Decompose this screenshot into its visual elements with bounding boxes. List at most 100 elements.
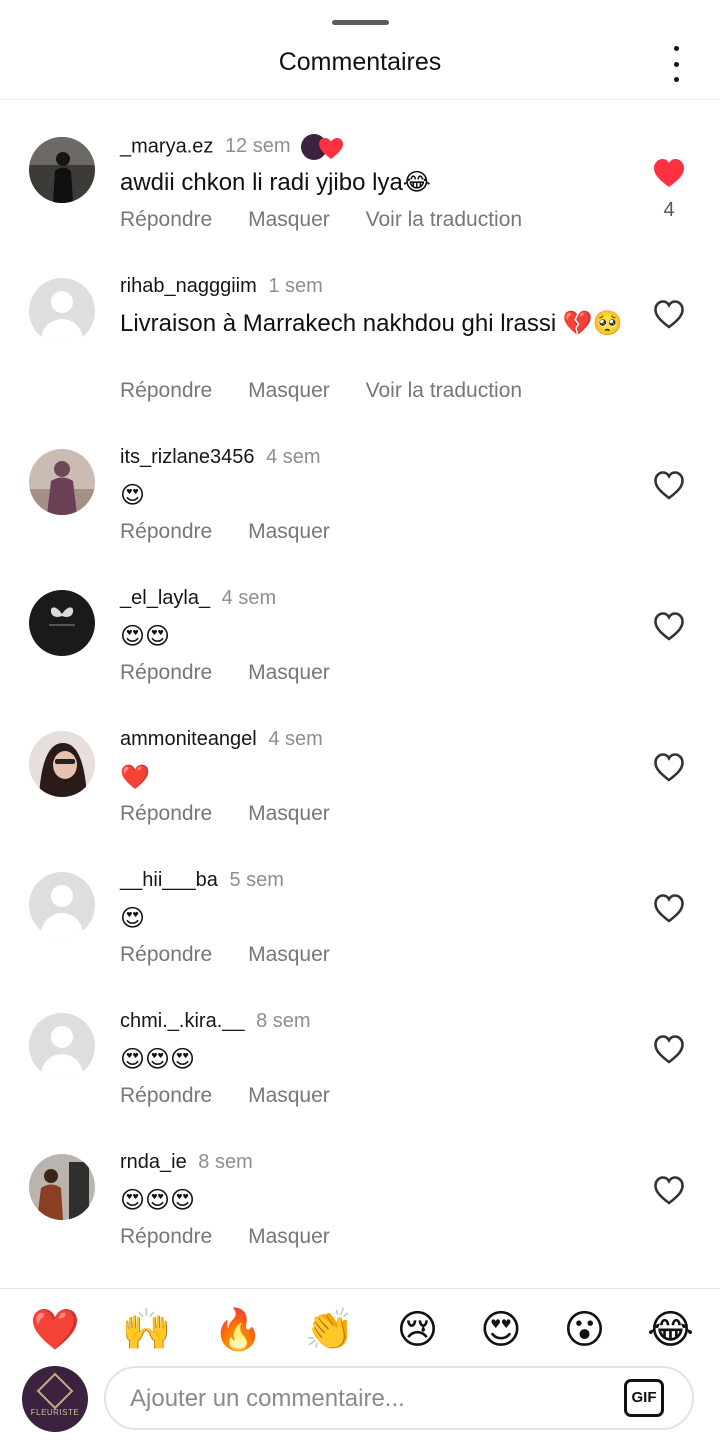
heart-outline-icon — [654, 1035, 684, 1064]
comment-actions: Répondre Masquer — [120, 943, 360, 967]
comment-text: ❤️ — [120, 763, 150, 791]
reply-button[interactable]: Répondre — [120, 661, 212, 685]
reaction-laughing-icon[interactable]: 😂 — [647, 1307, 694, 1353]
like-button[interactable] — [652, 751, 686, 783]
comment-actions: Répondre Masquer Voir la traduction — [120, 208, 552, 232]
comment-meta: chmi._.kira.__ 8 sem — [120, 1010, 311, 1033]
like-button[interactable] — [652, 610, 686, 642]
comment-actions: Répondre Masquer — [120, 661, 360, 685]
comment-actions: Répondre Masquer — [120, 1084, 360, 1108]
username[interactable]: __hii___ba — [120, 869, 218, 891]
reply-button[interactable]: Répondre — [120, 1084, 212, 1108]
avatar[interactable] — [29, 137, 95, 203]
comment-meta: ammoniteangel 4 sem — [120, 728, 323, 751]
comment-actions: Répondre Masquer — [120, 520, 360, 544]
comment-list[interactable]: _marya.ez 12 sem awdii chkon li radi yji… — [0, 100, 720, 1288]
username[interactable]: its_rizlane3456 — [120, 446, 255, 468]
comments-sheet: Commentaires _marya.ez 12 sem awdii chko… — [0, 0, 720, 1441]
comment-meta: _el_layla_ 4 sem — [120, 587, 276, 610]
hide-button[interactable]: Masquer — [248, 661, 330, 685]
avatar[interactable] — [29, 872, 95, 938]
page-title: Commentaires — [278, 48, 442, 76]
comment-text: 😍 — [120, 481, 146, 509]
logo-mark — [36, 1372, 74, 1410]
username[interactable]: ammoniteangel — [120, 728, 257, 750]
comment-actions: Répondre Masquer — [120, 1225, 360, 1249]
like-button[interactable] — [652, 298, 686, 330]
username[interactable]: rnda_ie — [120, 1151, 187, 1173]
avatar[interactable] — [29, 731, 95, 797]
username[interactable]: rihab_nagggiim — [120, 275, 257, 297]
timestamp: 8 sem — [256, 1010, 311, 1032]
comment-actions: Répondre Masquer — [120, 802, 360, 826]
timestamp: 4 sem — [266, 446, 321, 468]
avatar[interactable] — [29, 1154, 95, 1220]
comment-meta: rnda_ie 8 sem — [120, 1151, 253, 1174]
hide-button[interactable]: Masquer — [248, 1225, 330, 1249]
timestamp: 12 sem — [224, 135, 291, 158]
username[interactable]: chmi._.kira.__ — [120, 1010, 245, 1032]
heart-outline-icon — [654, 471, 684, 500]
hide-button[interactable]: Masquer — [248, 802, 330, 826]
translate-button[interactable]: Voir la traduction — [366, 379, 522, 403]
timestamp: 8 sem — [198, 1151, 253, 1173]
reaction-crying-icon[interactable]: 😢 — [397, 1307, 439, 1353]
avatar[interactable] — [29, 1013, 95, 1079]
reply-button[interactable]: Répondre — [120, 1225, 212, 1249]
like-button[interactable] — [652, 1033, 686, 1065]
sheet-header: Commentaires — [0, 0, 720, 100]
comment-meta: _marya.ez 12 sem — [120, 133, 344, 161]
heart-outline-icon — [654, 612, 684, 641]
reaction-clap-icon[interactable]: 👏 — [305, 1307, 355, 1353]
reaction-fire-icon[interactable]: 🔥 — [213, 1307, 263, 1353]
comment-input[interactable] — [130, 1381, 600, 1417]
hide-button[interactable]: Masquer — [248, 943, 330, 967]
hide-button[interactable]: Masquer — [248, 379, 330, 403]
comment-text: awdii chkon li radi yjibo lya😂 — [120, 169, 431, 196]
comment-input-box[interactable]: GIF — [104, 1366, 694, 1430]
reply-button[interactable]: Répondre — [120, 208, 212, 232]
avatar[interactable] — [29, 278, 95, 344]
timestamp: 1 sem — [268, 275, 323, 297]
heart-outline-icon — [654, 894, 684, 923]
hide-button[interactable]: Masquer — [248, 1084, 330, 1108]
like-button[interactable] — [652, 1174, 686, 1206]
reply-button[interactable]: Répondre — [120, 802, 212, 826]
reaction-surprised-icon[interactable]: 😮 — [564, 1307, 606, 1353]
current-user-avatar: FLEURISTE — [22, 1366, 88, 1432]
heart-icon — [301, 134, 344, 160]
username[interactable]: _el_layla_ — [120, 587, 210, 609]
more-options-icon[interactable] — [662, 46, 690, 82]
comment-composer-bar: ❤️ 🙌 🔥 👏 😢 😍 😮 😂 FLEURISTE GIF — [0, 1288, 720, 1441]
like-button[interactable] — [652, 469, 686, 501]
translate-button[interactable]: Voir la traduction — [366, 208, 522, 232]
reaction-heart-icon[interactable]: ❤️ — [30, 1307, 80, 1353]
comment-meta: rihab_nagggiim 1 sem — [120, 275, 323, 298]
heart-outline-icon — [654, 300, 684, 329]
username[interactable]: _marya.ez — [120, 135, 213, 157]
comment-text: Livraison à Marrakech nakhdou ghi lrassi… — [120, 310, 623, 337]
like-button[interactable] — [652, 892, 686, 924]
timestamp: 4 sem — [268, 728, 323, 750]
avatar[interactable] — [29, 590, 95, 656]
quick-reactions: ❤️ 🙌 🔥 👏 😢 😍 😮 😂 — [30, 1307, 694, 1353]
timestamp: 4 sem — [221, 587, 277, 609]
comment-text: 😍 — [120, 904, 146, 932]
comment-text: 😍😍 — [120, 622, 171, 650]
timestamp: 5 sem — [229, 869, 284, 891]
story-reaction-badge — [300, 133, 344, 161]
like-button[interactable] — [652, 157, 686, 189]
avatar[interactable] — [29, 449, 95, 515]
gif-button[interactable]: GIF — [624, 1379, 664, 1417]
reply-button[interactable]: Répondre — [120, 520, 212, 544]
drag-handle[interactable] — [332, 20, 389, 25]
hide-button[interactable]: Masquer — [248, 520, 330, 544]
reaction-heart-eyes-icon[interactable]: 😍 — [480, 1307, 522, 1353]
comment-actions: Répondre Masquer Voir la traduction — [120, 379, 552, 403]
reply-button[interactable]: Répondre — [120, 943, 212, 967]
comment-text: 😍😍😍 — [120, 1186, 196, 1214]
reaction-raised-hands-icon[interactable]: 🙌 — [122, 1307, 172, 1353]
reply-button[interactable]: Répondre — [120, 379, 212, 403]
hide-button[interactable]: Masquer — [248, 208, 330, 232]
heart-outline-icon — [654, 753, 684, 782]
